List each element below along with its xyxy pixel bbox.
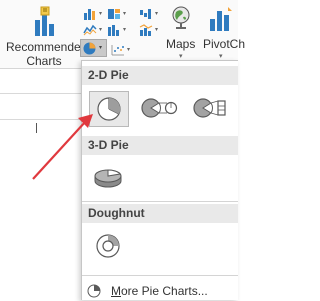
pie-chart-dropdown-menu: 2-D Pie 3-D Pie Doughnut More Pie Charts… [81, 60, 238, 300]
doughnut-option[interactable] [89, 229, 129, 265]
statistic-chart-icon[interactable] [107, 24, 121, 36]
more-pie-charts-item[interactable]: More Pie Charts... [82, 281, 238, 301]
waterfall-chart-icon[interactable] [139, 8, 153, 20]
3d-pie-option[interactable] [89, 160, 129, 196]
doughnut-icon [96, 234, 120, 258]
menu-divider [82, 275, 238, 276]
column-chart-dropdown-icon[interactable]: ▾ [99, 10, 102, 17]
more-pie-charts-label: More Pie Charts... [111, 284, 208, 298]
pivotchart-dropdown-icon[interactable]: ▾ [219, 52, 223, 60]
worksheet-area[interactable] [0, 69, 81, 300]
row-line [0, 93, 81, 94]
pie-chart-dropdown-icon[interactable]: ▾ [99, 44, 102, 51]
section-header-2d-pie: 2-D Pie [82, 66, 238, 85]
hierarchy-chart-dropdown-icon[interactable]: ▾ [123, 10, 126, 17]
maps-label[interactable]: Maps [166, 37, 195, 51]
pie-icon [97, 97, 121, 121]
cell-divider [36, 123, 37, 133]
bar-of-pie-icon [193, 98, 226, 118]
section-header-doughnut: Doughnut [82, 204, 238, 223]
pie-chart-icon [83, 42, 96, 55]
line-chart-icon[interactable] [83, 24, 97, 36]
pie-option[interactable] [89, 91, 129, 127]
column-chart-icon[interactable] [83, 8, 97, 20]
combo-chart-icon[interactable] [139, 24, 153, 36]
row-line [0, 119, 81, 120]
scatter-chart-icon[interactable] [111, 44, 125, 56]
pie-chart-small-icon [87, 284, 101, 298]
pie-of-pie-option[interactable] [137, 91, 178, 127]
recommended-charts-button[interactable]: Recommended Charts [6, 4, 88, 68]
menu-divider [82, 201, 238, 202]
pie-of-pie-icon [141, 98, 178, 118]
statistic-chart-dropdown-icon[interactable]: ▾ [123, 26, 126, 33]
line-chart-dropdown-icon[interactable]: ▾ [99, 26, 102, 33]
recommended-charts-icon [35, 6, 54, 36]
section-header-3d-pie: 3-D Pie [82, 136, 238, 155]
3d-pie-icon [94, 169, 122, 188]
scatter-chart-dropdown-icon[interactable]: ▾ [127, 46, 130, 53]
hierarchy-chart-icon[interactable] [107, 8, 121, 20]
recommended-charts-label-2: Charts [26, 54, 62, 68]
pivotchart-icon[interactable] [208, 5, 234, 33]
waterfall-chart-dropdown-icon[interactable]: ▾ [155, 10, 158, 17]
maps-dropdown-icon[interactable]: ▾ [179, 52, 183, 60]
maps-icon[interactable] [171, 5, 191, 33]
pivotchart-label[interactable]: PivotCh [203, 37, 245, 51]
combo-chart-dropdown-icon[interactable]: ▾ [155, 26, 158, 33]
recommended-charts-label: Recommended [6, 40, 88, 54]
bar-of-pie-option[interactable] [189, 91, 229, 127]
